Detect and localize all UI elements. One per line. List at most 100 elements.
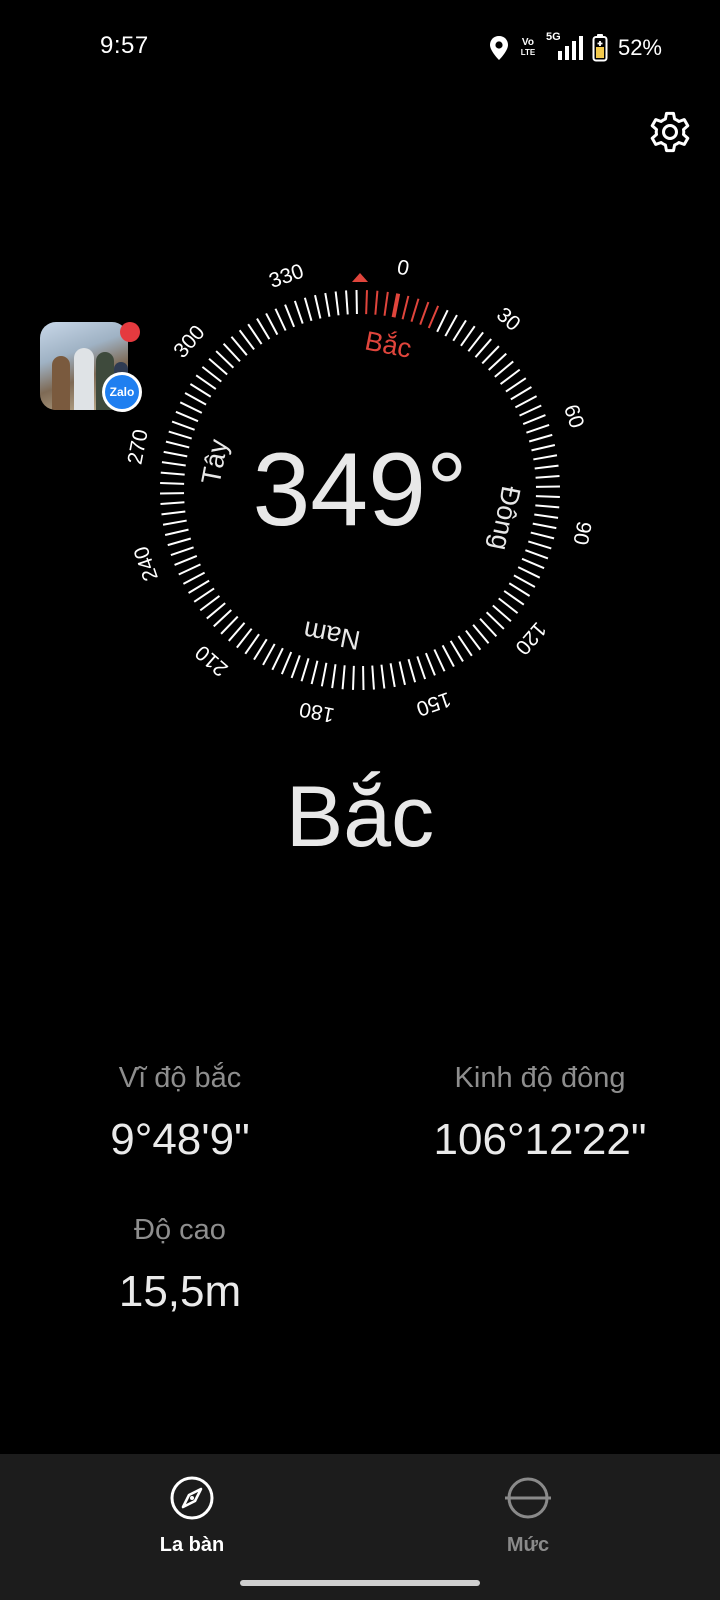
degree-label: 180 [297,697,336,726]
volte-icon: Vo LTE [518,38,538,58]
dial-tick [352,665,355,690]
dial-tick [479,618,498,637]
dial-tick [452,319,467,342]
cardinal-south: Nam [301,615,363,655]
dial-tick [488,352,507,371]
dial-tick [398,661,406,686]
home-indicator[interactable] [240,1580,480,1586]
dial-tick [228,622,246,642]
dial-tick [444,314,458,337]
dial-tick [184,392,207,406]
dial-tick [525,549,549,560]
battery-icon [592,34,608,62]
dial-tick [213,609,232,628]
north-marker-icon [352,273,368,282]
latitude-block: Vĩ độ bắc 9°48'9" [80,1058,280,1168]
dial-tick [189,383,212,398]
dial-tick [188,579,210,594]
dial-tick [474,338,492,358]
dial-tick [293,300,304,324]
dial-tick [290,655,301,679]
dial-tick [303,297,313,322]
dial-tick [284,304,295,328]
heading-value: 349 [252,432,426,548]
dial-tick [514,395,538,409]
dial-tick [457,635,473,657]
tab-compass[interactable]: La bàn [112,1474,272,1557]
dial-tick [436,309,449,333]
signal-icon: 5G [546,31,584,61]
compass-app-screen: 9:57 Vo LTE 5G 52% Zalo 0 30 60 90 120 1… [0,0,720,1600]
gear-icon [650,111,690,153]
bottom-navigation: La bàn Mức [0,1454,720,1600]
dial-tick [389,663,396,688]
dial-tick [179,401,203,414]
settings-button[interactable] [646,108,694,156]
dial-tick [331,664,337,689]
dial-tick [410,298,420,322]
direction-label: Bắc [285,769,435,865]
dial-tick [271,647,284,671]
dial-tick [256,318,271,340]
cardinal-north: Bắc [363,325,415,364]
dial-tick [391,293,401,318]
dial-tick [230,336,248,356]
dial-tick [300,658,310,682]
dial-tick [467,331,484,352]
dial-tick [519,404,542,417]
longitude-block: Kinh độ đông 106°12'22" [410,1058,670,1168]
dial-tick [425,652,436,676]
dial-tick [380,664,386,689]
dial-tick [262,643,276,666]
dial-tick [199,595,221,612]
dial-tick [175,410,199,423]
dial-tick [320,662,328,687]
dial-tick [174,555,198,566]
latitude-value: 9°48'9" [110,1115,250,1164]
dial-tick [433,649,446,672]
degree-label: 330 [266,260,307,293]
dial-tick [419,301,430,325]
status-bar: 9:57 Vo LTE 5G 52% [0,0,720,96]
dial-tick [508,582,531,597]
altitude-value: 15,5m [118,1267,242,1316]
dial-tick [201,366,222,383]
heading-unit: ° [425,432,468,548]
degree-label: 150 [413,687,454,720]
dial-tick [517,566,541,579]
dial-tick [182,571,206,585]
degree-label: 30 [492,303,525,336]
dial-tick [383,291,389,316]
altitude-block: Độ cao 15,5m [80,1210,280,1320]
dial-tick [265,312,279,336]
dial-tick [494,360,514,378]
longitude-label: Kinh độ đông [454,1062,626,1094]
degree-label: 0 [395,256,411,281]
dial-tick [310,660,319,685]
dial-tick [498,597,519,614]
dial-tick [371,665,375,690]
dial-tick [345,290,349,315]
location-icon [488,35,510,61]
dial-tick [513,574,536,588]
dial-tick [222,343,241,362]
dial-tick [407,658,417,683]
degree-label: 300 [169,321,209,363]
dial-tick [505,377,527,393]
degree-label: 60 [559,402,588,432]
dial-tick [416,656,427,680]
dial-tick [334,291,340,316]
dial-tick [215,350,235,369]
dial-tick [492,604,512,622]
dial-tick [314,294,322,319]
dial-tick [206,602,226,620]
dial-tick [280,651,293,675]
dial-tick [244,633,260,655]
degree-label: 210 [191,640,233,680]
dial-tick [341,665,346,690]
dial-tick [253,638,268,661]
tab-level[interactable]: Mức [448,1474,608,1557]
dial-tick [274,308,287,331]
dial-tick [521,557,545,570]
tab-compass-label: La bàn [159,1534,225,1556]
